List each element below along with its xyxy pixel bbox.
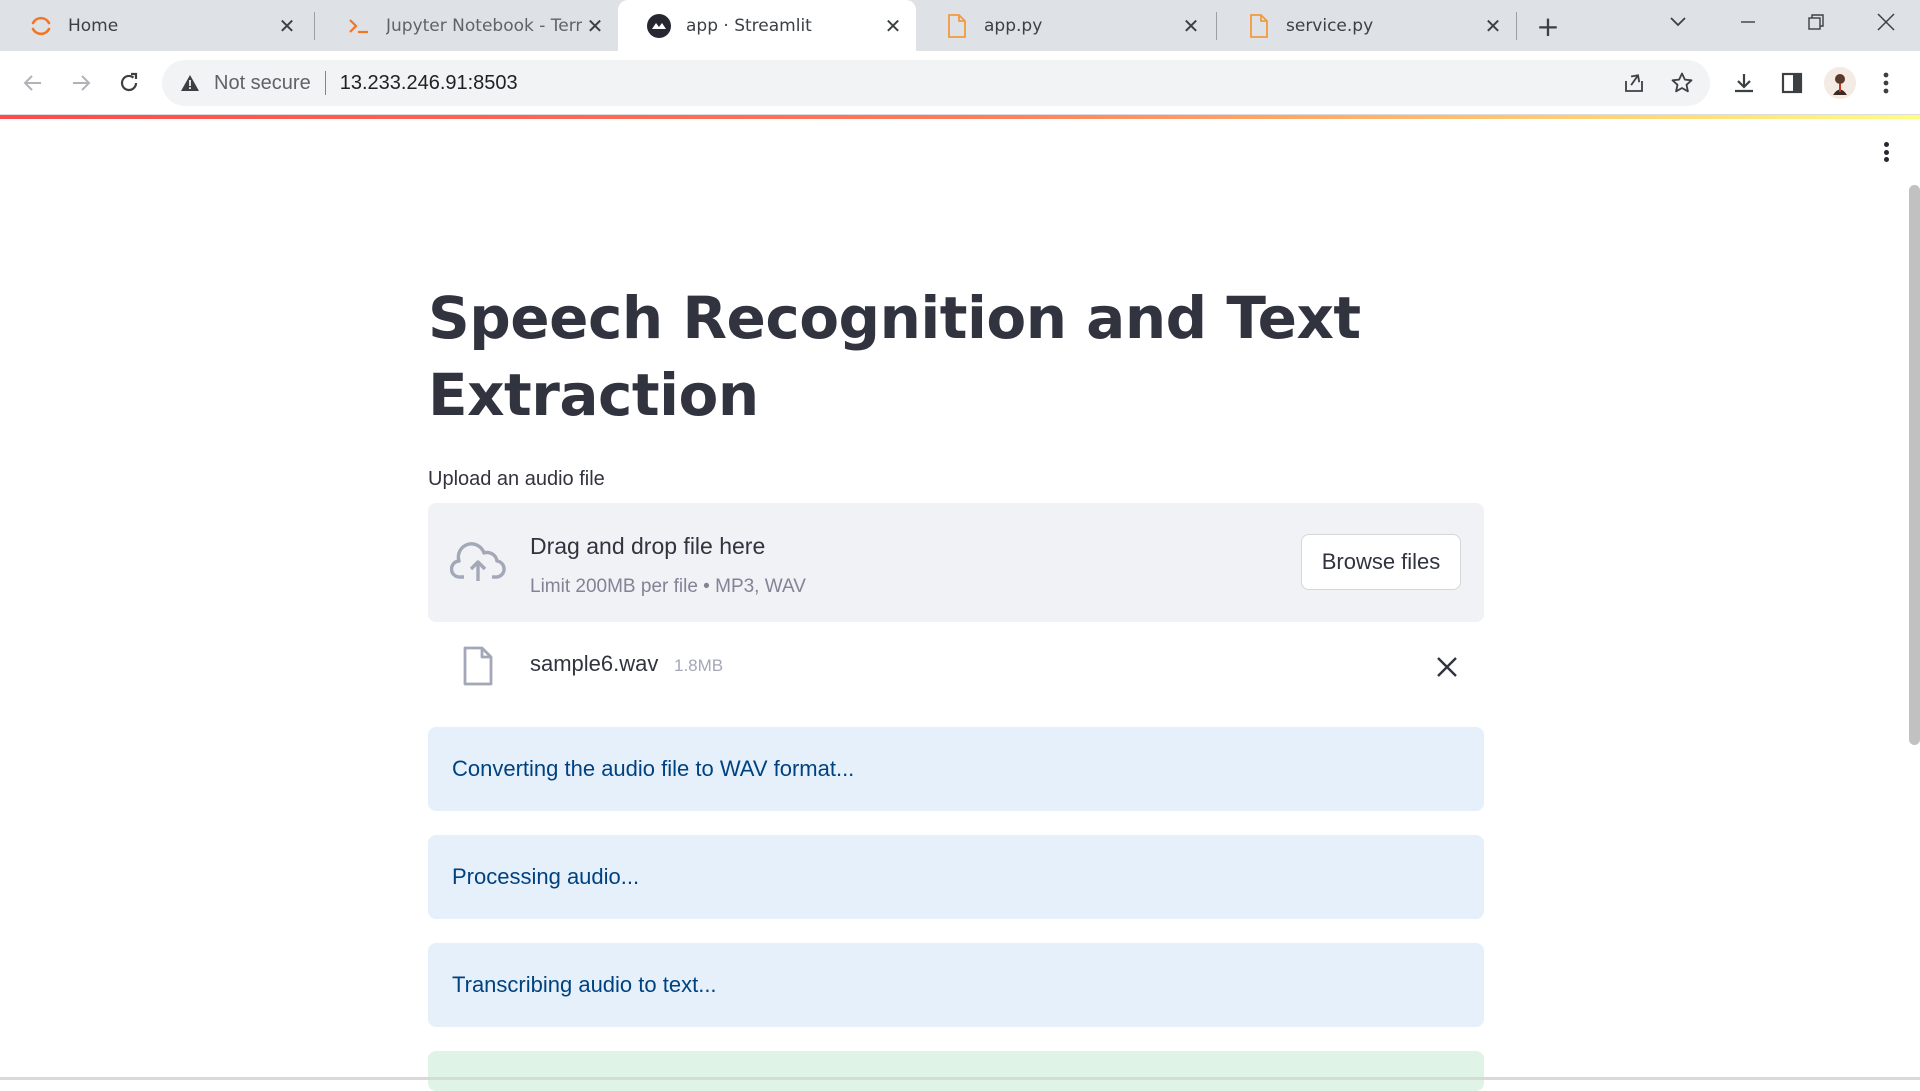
browser-menu-button[interactable] (1870, 67, 1902, 99)
profile-avatar[interactable] (1824, 67, 1856, 99)
forward-button[interactable] (62, 64, 100, 102)
minimize-button[interactable] (1718, 0, 1778, 44)
reload-icon (120, 72, 138, 92)
browse-files-button[interactable]: Browse files (1301, 534, 1461, 590)
tab-home[interactable]: Home ✕ (0, 0, 310, 51)
address-bar[interactable]: Not secure 13.233.246.91:8503 (162, 60, 1710, 106)
close-icon[interactable]: ✕ (1178, 13, 1204, 39)
tab-streamlit-app[interactable]: app · Streamlit ✕ (618, 0, 916, 51)
restore-icon (1808, 14, 1824, 30)
side-panel-button[interactable] (1776, 67, 1808, 99)
terminal-icon (346, 13, 372, 39)
arrow-right-icon (73, 75, 91, 91)
success-alert (428, 1051, 1484, 1091)
close-icon[interactable]: ✕ (1480, 13, 1506, 39)
streamlit-icon (646, 13, 672, 39)
jupyter-icon (28, 13, 54, 39)
side-panel-icon (1781, 72, 1803, 94)
window-close-button[interactable] (1856, 0, 1916, 44)
file-icon (944, 13, 970, 39)
tab-title: Jupyter Notebook - Terminal (386, 15, 582, 36)
security-label[interactable]: Not secure (214, 72, 311, 95)
tab-search-button[interactable] (1648, 0, 1708, 44)
streamlit-header-bar (0, 115, 1920, 119)
file-icon (1246, 13, 1272, 39)
menu-dot (1883, 142, 1889, 147)
file-icon (463, 646, 493, 686)
warning-icon (180, 72, 202, 94)
close-icon (1877, 13, 1895, 31)
uploaded-file-name: sample6.wav (530, 651, 659, 676)
info-alert-transcribing: Transcribing audio to text... (428, 943, 1484, 1027)
info-alert-converting: Converting the audio file to WAV format.… (428, 727, 1484, 811)
close-icon[interactable]: ✕ (582, 13, 608, 39)
tab-strip: Home ✕ Jupyter Notebook - Terminal ✕ app… (0, 0, 1920, 51)
close-icon[interactable]: ✕ (880, 13, 906, 39)
more-vertical-icon (1883, 72, 1889, 94)
new-tab-button[interactable]: + (1532, 10, 1564, 43)
tab-divider (1216, 12, 1217, 40)
tab-app-py[interactable]: app.py ✕ (916, 0, 1214, 51)
tab-divider (314, 12, 315, 40)
tab-divider (1516, 12, 1517, 40)
tab-title: app.py (984, 15, 1043, 36)
browser-toolbar: Not secure 13.233.246.91:8503 (0, 51, 1920, 115)
uploaded-file-size: 1.8MB (674, 656, 724, 675)
share-icon[interactable] (1620, 69, 1648, 97)
uploader-label: Upload an audio file (428, 468, 605, 490)
dropzone-limit-text: Limit 200MB per file • MP3, WAV (530, 576, 806, 597)
menu-dot (1883, 157, 1889, 162)
tab-title: app · Streamlit (686, 15, 812, 36)
tab-jupyter-terminal[interactable]: Jupyter Notebook - Terminal ✕ (318, 0, 618, 51)
bookmark-star-icon[interactable] (1668, 69, 1696, 97)
download-button[interactable] (1728, 67, 1760, 99)
remove-file-icon[interactable] (1434, 654, 1460, 680)
file-dropzone[interactable]: Drag and drop file here Limit 200MB per … (428, 503, 1484, 622)
page-title: Speech Recognition and Text Extraction (428, 284, 1361, 429)
arrow-left-icon (23, 75, 41, 91)
tab-title: Home (68, 15, 119, 36)
page-scrollbar[interactable] (1909, 185, 1920, 745)
download-icon (1735, 74, 1753, 93)
tab-title: service.py (1286, 15, 1374, 36)
close-icon[interactable]: ✕ (274, 13, 300, 39)
app-menu-button[interactable] (1874, 138, 1898, 166)
omnibox-divider (324, 71, 326, 95)
dropzone-instructions: Drag and drop file here (530, 533, 766, 559)
tab-service-py[interactable]: service.py ✕ (1218, 0, 1516, 51)
url-text[interactable]: 13.233.246.91:8503 (340, 72, 518, 95)
back-button[interactable] (14, 64, 52, 102)
cloud-upload-icon (450, 542, 506, 581)
main-content: Speech Recognition and Text Extraction U… (428, 280, 1484, 1091)
uploaded-file-item: sample6.wav 1.8MB (428, 622, 1484, 710)
restore-button[interactable] (1786, 0, 1846, 44)
minimize-icon (1741, 21, 1755, 23)
info-alert-processing: Processing audio... (428, 835, 1484, 919)
menu-dot (1883, 149, 1889, 155)
reload-button[interactable] (110, 64, 148, 102)
chevron-down-icon (1670, 17, 1686, 27)
